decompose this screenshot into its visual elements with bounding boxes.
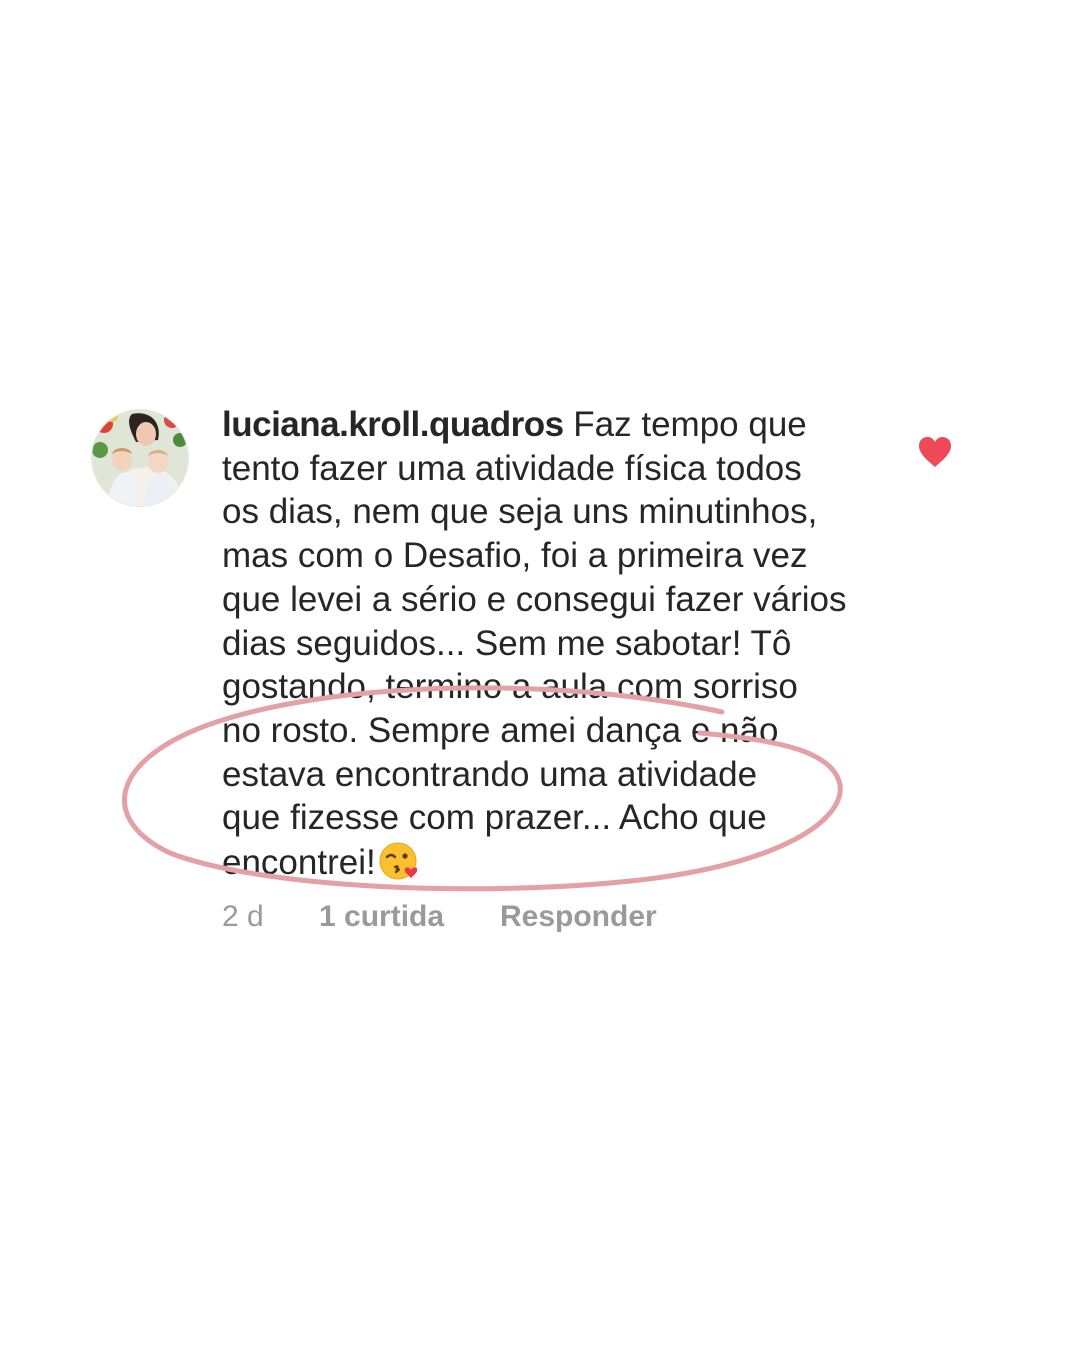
comment-line: estava encontrando uma atividade [222,754,758,794]
comment-text: luciana.kroll.quadros Faz tempo que tent… [222,403,902,885]
comment-line: gostando, termino a aula com sorriso [222,667,798,707]
likes-count-link[interactable]: 1 curtida [319,900,444,934]
comment-line: luciana.kroll.quadros Faz tempo que [222,403,902,447]
like-button[interactable] [917,435,953,469]
comment-timestamp: 2 d [222,900,264,933]
comment-text-segment: Faz tempo que [573,405,807,444]
kissing-face-with-heart-emoji [378,840,420,882]
comment: luciana.kroll.quadros Faz tempo que tent… [0,0,1080,1350]
heart-icon [919,437,951,467]
comment-line: dias seguidos... Sem me sabotar! Tô [222,623,792,663]
comment-line: no rosto. Sempre amei dança e não [222,710,779,750]
comment-line: que levei a sério e consegui fazer vário… [222,579,847,619]
comment-line: os dias, nem que seja uns minutinhos, [222,492,818,532]
comment-line: mas com o Desafio, foi a primeira vez [222,536,808,576]
comment-line: que fizesse com prazer... Acho que [222,798,767,838]
comment-text-segment: encontrei! [222,843,376,883]
username-link[interactable]: luciana.kroll.quadros [222,405,564,444]
comment-line: encontrei! [222,840,902,885]
reply-button[interactable]: Responder [500,900,657,934]
comment-line: tento fazer uma atividade física todos [222,448,802,488]
avatar[interactable] [91,409,189,507]
